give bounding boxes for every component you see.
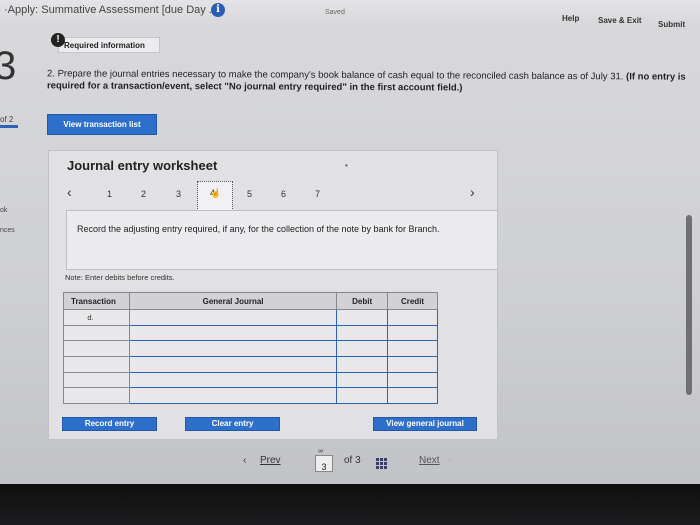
top-bar: ·Apply: Summative Assessment [due Day ..… (0, 0, 700, 30)
part-progress-indicator (0, 125, 18, 128)
left-label-ok: ok (0, 207, 8, 214)
part-of-label: of 2 (0, 115, 14, 124)
general-journal-input[interactable] (128, 371, 338, 389)
general-journal-input[interactable] (128, 340, 338, 357)
entry-description-text: Record the adjusting entry required, if … (77, 224, 440, 234)
credit-input[interactable] (387, 371, 438, 389)
chevron-left-icon[interactable]: ‹ (67, 184, 72, 200)
table-row: d. (63, 309, 438, 326)
column-header-debit: Debit (336, 292, 389, 310)
transaction-cell (63, 340, 130, 357)
credit-input[interactable] (387, 324, 438, 342)
page-6[interactable]: 6 (281, 189, 286, 199)
debit-input[interactable] (336, 387, 389, 404)
general-journal-input[interactable] (128, 309, 338, 326)
page-4-selected[interactable]: 4 ☝ (197, 181, 233, 211)
column-header-transaction: Transaction (63, 292, 130, 310)
transaction-cell (63, 371, 130, 389)
save-exit-link[interactable]: Save & Exit (598, 16, 642, 25)
view-general-journal-button[interactable]: View general journal (373, 417, 477, 431)
table-row (63, 355, 438, 373)
scrollbar[interactable] (686, 215, 692, 395)
clear-entry-button[interactable]: Clear entry (185, 417, 280, 431)
required-information-tab[interactable]: Required information (58, 37, 160, 53)
table-row (63, 340, 438, 357)
table-row (63, 371, 438, 389)
journal-entry-worksheet: Journal entry worksheet • ‹ 1 2 3 4 ☝ 5 … (48, 150, 498, 440)
assignment-title: ·Apply: Summative Assessment [due Day ..… (4, 4, 218, 16)
submit-link[interactable]: Submit (658, 20, 685, 29)
column-header-general-journal: General Journal (128, 292, 338, 310)
debit-input[interactable] (336, 324, 389, 342)
page-3[interactable]: 3 (176, 189, 181, 199)
required-information-label: Required information (64, 41, 145, 50)
debit-input[interactable] (336, 309, 389, 326)
general-journal-input[interactable] (128, 324, 338, 342)
left-label-nces: nces (0, 227, 15, 234)
record-entry-button[interactable]: Record entry (62, 417, 157, 431)
view-transaction-list-button[interactable]: View transaction list (47, 114, 157, 135)
device-bezel (0, 484, 700, 525)
next-chevron-icon[interactable]: › (448, 455, 451, 466)
worksheet-title: Journal entry worksheet (67, 158, 218, 173)
prev-button[interactable]: Prev (260, 455, 281, 466)
page-count: of 3 (344, 455, 361, 466)
alert-icon: ! (51, 33, 65, 47)
debit-input[interactable] (336, 355, 389, 373)
journal-table: Transaction General Journal Debit Credit… (63, 292, 438, 404)
transaction-cell (63, 387, 130, 404)
prev-chevron-icon[interactable]: ‹ (243, 455, 246, 466)
info-icon[interactable]: i (211, 3, 225, 17)
general-journal-input[interactable] (128, 387, 338, 404)
next-button[interactable]: Next (419, 455, 440, 466)
table-row (63, 324, 438, 342)
table-row (63, 387, 438, 404)
debit-input[interactable] (336, 340, 389, 357)
saved-status: Saved (325, 9, 345, 16)
transaction-cell (63, 324, 130, 342)
instruction-text: 2. Prepare the journal entries necessary… (47, 68, 687, 95)
page-5[interactable]: 5 (247, 189, 252, 199)
credit-input[interactable] (387, 387, 438, 404)
question-number: 3 (0, 44, 17, 88)
hand-cursor-icon: ☝ (210, 188, 222, 198)
column-header-credit: Credit (387, 292, 438, 310)
transaction-cell: d. (63, 309, 130, 326)
current-page-select[interactable]: 3 (315, 455, 333, 472)
page-7[interactable]: 7 (315, 189, 320, 199)
chevron-right-icon[interactable]: › (470, 184, 475, 200)
page-1[interactable]: 1 (107, 189, 112, 199)
credit-input[interactable] (387, 355, 438, 373)
debit-input[interactable] (336, 371, 389, 389)
grid-icon[interactable] (376, 458, 389, 471)
help-link[interactable]: Help (562, 14, 579, 23)
credit-input[interactable] (387, 309, 438, 326)
credit-input[interactable] (387, 340, 438, 357)
note-text: Note: Enter debits before credits. (65, 273, 175, 282)
general-journal-input[interactable] (128, 355, 338, 373)
page-2[interactable]: 2 (141, 189, 146, 199)
link-icon: ∞ (318, 448, 323, 455)
bullet-dot: • (345, 161, 348, 170)
entry-description: Record the adjusting entry required, if … (66, 210, 498, 270)
transaction-cell (63, 355, 130, 373)
